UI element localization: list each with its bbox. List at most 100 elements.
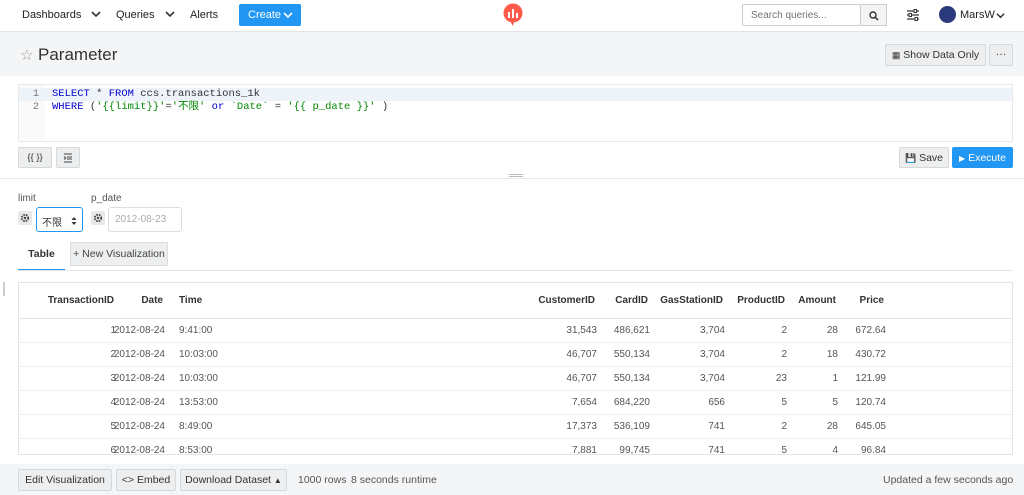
table-cell: 3,704 (699, 325, 725, 336)
sql-editor[interactable]: 1 SELECT * FROM ccs.transactions_1k 2 WH… (18, 84, 1013, 142)
code-token: ( (83, 101, 97, 113)
table-cell: 741 (708, 421, 725, 432)
table-cell: 17,373 (566, 421, 597, 432)
show-data-only-button[interactable]: ▦ Show Data Only (885, 44, 986, 66)
table-cell: 8:53:00 (179, 445, 213, 455)
table-row[interactable]: 4 2012-08-24 13:53:00 7,654 684,220 656 5 5 120.… (19, 391, 1012, 415)
column-header[interactable]: ProductID (737, 295, 785, 306)
code-text[interactable]: SELECT * FROM ccs.transactions_1k (52, 88, 260, 101)
create-button-label: Create (248, 9, 282, 21)
redash-logo-icon[interactable] (503, 3, 523, 27)
limit-select[interactable]: 不限 (36, 207, 83, 232)
table-cell: 2012-08-24 (113, 445, 165, 455)
format-query-button[interactable] (56, 147, 80, 168)
table-row[interactable]: 2 2012-08-24 10:03:00 46,707 550,134 3,704 2 18… (19, 343, 1012, 367)
tab-table[interactable]: Table (18, 242, 65, 271)
download-dataset-button[interactable]: Download Dataset ▲ (180, 469, 287, 491)
param-label-p-date: p_date (91, 193, 122, 204)
caret-up-icon: ▲ (273, 476, 282, 485)
code-token: '不限' (171, 101, 206, 113)
param-settings-button[interactable] (91, 211, 105, 225)
nav-queries[interactable]: Queries (116, 9, 155, 21)
table-cell: 550,134 (613, 373, 650, 384)
table-cell: 8:49:00 (179, 421, 213, 432)
chevron-down-icon[interactable] (996, 11, 1005, 20)
add-parameter-button[interactable]: {{ }} (18, 147, 52, 168)
table-cell: 1 (832, 373, 838, 384)
table-cell: 7,881 (571, 445, 597, 455)
table-cell: 23 (775, 373, 787, 384)
table-cell: 99,745 (619, 445, 650, 455)
limit-select-value: 不限 (42, 218, 62, 229)
results-table[interactable]: TransactionID Date Time CustomerID CardI… (18, 282, 1013, 455)
column-header[interactable]: GasStationID (660, 295, 723, 306)
column-header[interactable]: Amount (798, 295, 836, 306)
param-label-limit: limit (18, 193, 36, 204)
embed-button[interactable]: <> Embed (116, 469, 176, 491)
favorite-star-icon[interactable]: ☆ (20, 46, 33, 64)
table-cell: 5 (832, 397, 838, 408)
search-input[interactable] (742, 4, 861, 26)
column-header[interactable]: Time (179, 295, 202, 306)
table-cell: 550,134 (613, 349, 650, 360)
indent-icon (63, 153, 72, 163)
table-row[interactable]: 3 2012-08-24 10:03:00 46,707 550,134 3,704 23 1… (19, 367, 1012, 391)
chevron-down-icon[interactable] (165, 9, 175, 19)
nav-alerts[interactable]: Alerts (190, 9, 218, 21)
table-cell: 5 (781, 445, 787, 455)
edit-visualization-button[interactable]: Edit Visualization (18, 469, 112, 491)
drag-handle[interactable] (3, 282, 5, 296)
code-token: '{{limit}}' (96, 101, 166, 113)
table-row[interactable]: 5 2012-08-24 8:49:00 17,373 536,109 741 2 28 645… (19, 415, 1012, 439)
user-name[interactable]: MarsW (960, 9, 995, 21)
chevron-down-icon[interactable] (91, 9, 101, 19)
table-cell: 656 (708, 397, 725, 408)
runtime-text: 8 seconds runtime (351, 474, 437, 486)
table-row[interactable]: 1 2012-08-24 9:41:00 31,543 486,621 3,704 2 28 6… (19, 319, 1012, 343)
table-cell: 46,707 (566, 373, 597, 384)
save-button[interactable]: 💾 Save (899, 147, 949, 168)
table-cell: 2012-08-24 (113, 421, 165, 432)
table-cell: 121.99 (855, 373, 886, 384)
table-cell: 672.64 (855, 325, 886, 336)
code-token: = (268, 101, 288, 113)
table-cell: 46,707 (566, 349, 597, 360)
table-cell: 536,109 (613, 421, 650, 432)
table-row[interactable]: 6 2012-08-24 8:53:00 7,881 99,745 741 5 4 96.84 (19, 439, 1012, 455)
column-header[interactable]: Date (141, 295, 163, 306)
new-visualization-button[interactable]: + New Visualization (70, 242, 168, 266)
gear-icon (20, 213, 30, 223)
column-header[interactable]: Price (860, 295, 884, 306)
table-cell: 430.72 (855, 349, 886, 360)
table-cell: 741 (708, 445, 725, 455)
table-cell: 10:03:00 (179, 373, 218, 384)
resize-handle[interactable] (509, 174, 523, 177)
code-token: `Date` (230, 101, 269, 113)
table-cell: 28 (826, 421, 838, 432)
table-cell: 2 (781, 325, 787, 336)
code-token: WHERE (52, 101, 84, 113)
save-label: Save (919, 152, 944, 164)
execute-button[interactable]: ▶ Execute (952, 147, 1013, 168)
nav-dashboards[interactable]: Dashboards (22, 9, 81, 21)
more-options-button[interactable]: ··· (989, 44, 1013, 66)
date-picker-input[interactable]: 2012-08-23 (108, 207, 182, 232)
date-picker-value: 2012-08-23 (115, 214, 167, 225)
param-settings-button[interactable] (18, 211, 32, 225)
page-title[interactable]: Parameter (38, 45, 117, 65)
table-icon: ▦ (891, 50, 901, 60)
settings-sliders-icon[interactable] (906, 8, 920, 22)
avatar[interactable] (939, 6, 956, 23)
column-header[interactable]: TransactionID (48, 295, 114, 306)
table-cell: 3,704 (699, 373, 725, 384)
search-button[interactable] (861, 4, 887, 26)
code-text[interactable]: WHERE ('{{limit}}'='不限' or `Date` = '{{ … (52, 101, 388, 114)
editor-line[interactable]: 2 WHERE ('{{limit}}'='不限' or `Date` = '{… (19, 101, 1012, 114)
table-cell: 2012-08-24 (113, 349, 165, 360)
create-button[interactable]: Create (239, 4, 301, 26)
execute-label: Execute (968, 152, 1007, 164)
column-header[interactable]: CustomerID (538, 295, 595, 306)
editor-line[interactable]: 1 SELECT * FROM ccs.transactions_1k (19, 88, 1012, 101)
column-header[interactable]: CardID (615, 295, 648, 306)
download-dataset-label: Download Dataset (185, 474, 271, 486)
